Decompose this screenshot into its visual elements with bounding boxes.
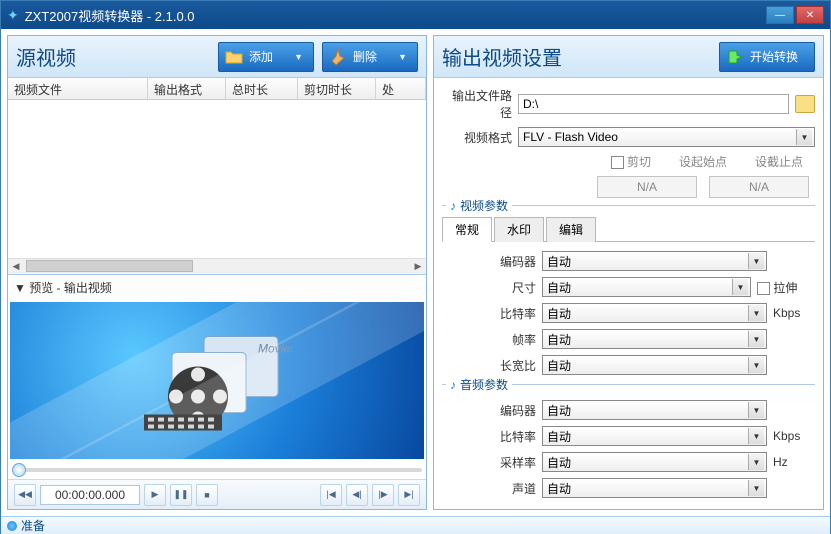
delete-button[interactable]: 删除 ▼ <box>322 42 418 72</box>
size-label: 尺寸 <box>482 279 536 296</box>
end-point-label: 设截止点 <box>755 153 803 170</box>
col-cut[interactable]: 剪切时长 <box>298 78 376 99</box>
browse-folder-button[interactable] <box>795 95 815 113</box>
folder-icon <box>225 48 243 66</box>
preview-area: Movies <box>10 302 424 460</box>
player-controls: ◀◀ 00:00:00.000 ▶ ❚❚ ■ |◀ ◀| |▶ ▶| <box>8 479 426 509</box>
format-label: 视频格式 <box>442 129 512 146</box>
a-sample-label: 采样率 <box>482 454 536 471</box>
rewind-button[interactable]: ◀◀ <box>14 484 36 506</box>
chevron-down-icon: ▼ <box>294 52 303 62</box>
skip-fwd-button[interactable]: ▶| <box>398 484 420 506</box>
video-params-fieldset: ♪视频参数 <box>442 205 815 212</box>
start-point-label: 设起始点 <box>679 153 727 170</box>
scroll-right-icon[interactable]: ▶ <box>410 261 426 272</box>
app-icon: ✦ <box>7 7 19 24</box>
audio-params-fieldset: ♪音频参数 <box>442 384 815 391</box>
pause-button[interactable]: ❚❚ <box>170 484 192 506</box>
source-header: 源视频 添加 ▼ 删除 ▼ <box>8 36 426 78</box>
video-tabs: 常规 水印 编辑 <box>442 216 815 242</box>
h-scrollbar[interactable]: ◀ ▶ <box>8 258 426 274</box>
start-convert-label: 开始转换 <box>750 48 798 65</box>
tab-general[interactable]: 常规 <box>442 217 492 242</box>
stretch-label: 拉伸 <box>773 281 797 295</box>
audio-params-title: 音频参数 <box>460 376 508 393</box>
a-encoder-label: 编码器 <box>482 402 536 419</box>
encoder-select[interactable]: 自动▼ <box>542 251 767 271</box>
col-proc[interactable]: 处 <box>376 78 426 99</box>
output-header: 输出视频设置 开始转换 <box>434 36 823 78</box>
aspect-select[interactable]: 自动▼ <box>542 355 767 375</box>
step-back-button[interactable]: ◀| <box>346 484 368 506</box>
cut-check: 剪切 <box>611 153 651 170</box>
add-button[interactable]: 添加 ▼ <box>218 42 314 72</box>
col-file[interactable]: 视频文件 <box>8 78 148 99</box>
step-fwd-button[interactable]: |▶ <box>372 484 394 506</box>
col-format[interactable]: 输出格式 <box>148 78 226 99</box>
scroll-left-icon[interactable]: ◀ <box>8 261 24 272</box>
stop-button[interactable]: ■ <box>196 484 218 506</box>
tab-edit[interactable]: 编辑 <box>546 217 596 242</box>
video-params-title: 视频参数 <box>460 197 508 214</box>
svg-text:Movies: Movies <box>258 342 292 356</box>
statusbar: 准备 <box>1 516 830 534</box>
a-bitrate-label: 比特率 <box>482 428 536 445</box>
delete-label: 删除 <box>353 48 377 65</box>
seek-slider[interactable] <box>8 461 426 479</box>
broom-icon <box>329 48 347 66</box>
file-table-body[interactable] <box>8 100 426 258</box>
bitrate-select[interactable]: 自动▼ <box>542 303 767 323</box>
note-icon: ♪ <box>450 199 456 213</box>
size-select[interactable]: 自动▼ <box>542 277 751 297</box>
encoder-label: 编码器 <box>482 253 536 270</box>
main: 源视频 添加 ▼ 删除 ▼ 视频文件 输出格式 总时长 剪切时长 处 <box>1 29 830 516</box>
format-value: FLV - Flash Video <box>523 130 618 144</box>
status-dot-icon <box>7 521 17 531</box>
format-select[interactable]: FLV - Flash Video ▼ <box>518 127 815 147</box>
scroll-thumb[interactable] <box>26 260 193 272</box>
fps-select[interactable]: 自动▼ <box>542 329 767 349</box>
play-button[interactable]: ▶ <box>144 484 166 506</box>
status-text: 准备 <box>21 517 45 534</box>
col-duration[interactable]: 总时长 <box>226 78 298 99</box>
time-display: 00:00:00.000 <box>40 485 140 505</box>
output-title: 输出视频设置 <box>442 42 562 71</box>
start-point-box: N/A <box>597 176 697 198</box>
stretch-checkbox[interactable] <box>757 282 770 295</box>
titlebar: ✦ ZXT2007视频转换器 - 2.1.0.0 — ✕ <box>1 1 830 29</box>
close-button[interactable]: ✕ <box>796 6 824 24</box>
convert-icon <box>726 48 744 66</box>
a-bitrate-select[interactable]: 自动▼ <box>542 426 767 446</box>
output-path-input[interactable] <box>518 94 789 114</box>
source-panel: 源视频 添加 ▼ 删除 ▼ 视频文件 输出格式 总时长 剪切时长 处 <box>7 35 427 510</box>
skip-back-button[interactable]: |◀ <box>320 484 342 506</box>
hz-suffix: Hz <box>773 455 807 469</box>
a-channel-select[interactable]: 自动▼ <box>542 478 767 498</box>
add-label: 添加 <box>249 48 273 65</box>
window-title: ZXT2007视频转换器 - 2.1.0.0 <box>25 6 764 25</box>
a-sample-select[interactable]: 自动▼ <box>542 452 767 472</box>
chevron-down-icon: ▼ <box>398 52 407 62</box>
source-title: 源视频 <box>16 42 76 71</box>
seek-thumb[interactable] <box>12 463 26 477</box>
end-point-box: N/A <box>709 176 809 198</box>
output-path-label: 输出文件路径 <box>442 87 512 121</box>
aspect-label: 长宽比 <box>482 357 536 374</box>
tab-watermark[interactable]: 水印 <box>494 217 544 242</box>
chevron-down-icon: ▼ <box>796 129 812 145</box>
note-icon: ♪ <box>450 378 456 392</box>
a-encoder-select[interactable]: 自动▼ <box>542 400 767 420</box>
output-panel: 输出视频设置 开始转换 输出文件路径 视频格式 FLV - Flash Vide… <box>433 35 824 510</box>
a-kbps-suffix: Kbps <box>773 429 807 443</box>
minimize-button[interactable]: — <box>766 6 794 24</box>
kbps-suffix: Kbps <box>773 306 807 320</box>
fps-label: 帧率 <box>482 331 536 348</box>
bitrate-label: 比特率 <box>482 305 536 322</box>
start-convert-button[interactable]: 开始转换 <box>719 42 815 72</box>
preview-title: ▼ 预览 - 输出视频 <box>8 274 426 300</box>
a-channel-label: 声道 <box>482 480 536 497</box>
file-table-header: 视频文件 输出格式 总时长 剪切时长 处 <box>8 78 426 100</box>
film-reel-icon: Movies <box>142 319 292 442</box>
